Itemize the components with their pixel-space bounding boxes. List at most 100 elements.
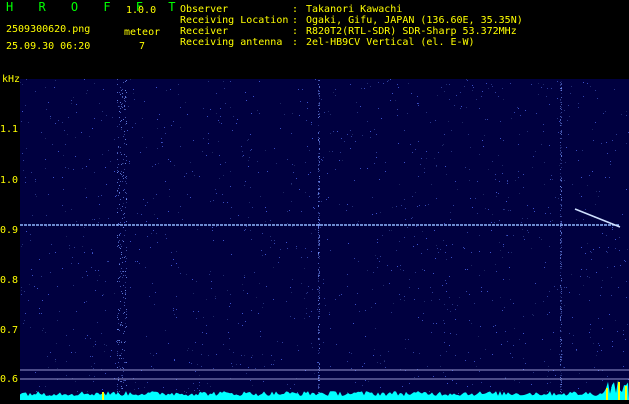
noise-column-speck [319, 292, 320, 293]
noise-speck [306, 120, 307, 121]
noise-speck [414, 377, 415, 378]
noise-speck [153, 368, 154, 369]
noise-speck [333, 92, 334, 93]
noise-column-speck [561, 187, 562, 188]
noise-speck [626, 297, 627, 298]
noise-speck [506, 201, 507, 202]
noise-speck [417, 103, 418, 104]
noise-speck [82, 246, 83, 247]
noise-speck [557, 81, 558, 82]
noise-speck [455, 319, 456, 320]
noise-speck [586, 382, 587, 383]
y-tick-label: 0.9 [0, 225, 19, 236]
noise-speck [220, 116, 221, 117]
noise-column-speck [318, 232, 319, 233]
noise-speck [492, 300, 493, 301]
noise-speck [68, 117, 69, 118]
noise-speck [137, 213, 138, 214]
noise-column-speck [119, 355, 120, 356]
noise-speck [491, 230, 492, 231]
noise-column-speck [120, 244, 121, 245]
noise-column-speck [126, 199, 127, 200]
noise-speck [71, 352, 72, 353]
noise-speck [473, 87, 474, 88]
noise-column-speck [318, 388, 319, 389]
noise-speck [462, 122, 463, 123]
noise-speck [438, 252, 439, 253]
noise-speck [468, 352, 469, 353]
noise-column-speck [319, 104, 320, 105]
noise-speck [186, 173, 187, 174]
filename-label: 2509300620.png [6, 24, 91, 35]
noise-speck [307, 146, 308, 147]
noise-speck [135, 382, 136, 383]
noise-speck [543, 124, 544, 125]
noise-column-speck [319, 368, 320, 369]
noise-column-speck [560, 318, 561, 319]
noise-column-speck [118, 380, 119, 381]
noise-column-speck [118, 179, 119, 180]
noise-speck [469, 169, 470, 170]
noise-speck [143, 199, 144, 200]
noise-column-speck [319, 338, 320, 339]
noise-column-speck [318, 193, 319, 194]
noise-speck [545, 262, 546, 263]
noise-column-speck [560, 189, 561, 190]
noise-speck [592, 171, 593, 172]
noise-column-speck [319, 158, 320, 159]
noise-speck [66, 236, 67, 237]
noise-speck [506, 235, 507, 236]
noise-speck [165, 234, 166, 235]
noise-speck [211, 288, 212, 289]
noise-speck [606, 251, 607, 252]
noise-speck [46, 109, 47, 110]
noise-speck [488, 209, 489, 210]
noise-speck [399, 241, 400, 242]
noise-speck [232, 366, 233, 367]
noise-column-speck [561, 315, 562, 316]
noise-speck [153, 355, 154, 356]
noise-column-speck [117, 172, 118, 173]
noise-speck [210, 109, 211, 110]
noise-speck [311, 122, 312, 123]
noise-speck [566, 287, 567, 288]
noise-speck [292, 164, 293, 165]
noise-speck [266, 286, 267, 287]
noise-speck [277, 341, 278, 342]
noise-speck [467, 269, 468, 270]
spectrum-spike [102, 392, 104, 400]
noise-speck [413, 352, 414, 353]
noise-speck [424, 172, 425, 173]
noise-speck [120, 233, 121, 234]
noise-column-speck [126, 80, 127, 81]
noise-speck [124, 189, 125, 190]
noise-speck [502, 173, 503, 174]
noise-speck [452, 380, 453, 381]
noise-speck [527, 218, 528, 219]
noise-speck [531, 384, 532, 385]
noise-column-speck [122, 325, 123, 326]
noise-speck [218, 120, 219, 121]
noise-speck [560, 286, 561, 287]
noise-speck [478, 336, 479, 337]
noise-column-speck [117, 167, 118, 168]
noise-speck [165, 330, 166, 331]
noise-column-speck [120, 301, 121, 302]
noise-column-speck [318, 91, 319, 92]
noise-speck [99, 204, 100, 205]
noise-column-speck [319, 181, 320, 182]
noise-column-speck [561, 392, 562, 393]
noise-speck [215, 298, 216, 299]
noise-column-speck [561, 384, 562, 385]
noise-speck [468, 134, 469, 135]
noise-column-speck [319, 186, 320, 187]
noise-speck [586, 269, 587, 270]
noise-column-speck [318, 330, 319, 331]
noise-speck [206, 325, 207, 326]
noise-speck [444, 304, 445, 305]
noise-column-speck [319, 149, 320, 150]
noise-speck [52, 144, 53, 145]
noise-speck [514, 380, 515, 381]
noise-speck [326, 199, 327, 200]
noise-column-speck [318, 201, 319, 202]
